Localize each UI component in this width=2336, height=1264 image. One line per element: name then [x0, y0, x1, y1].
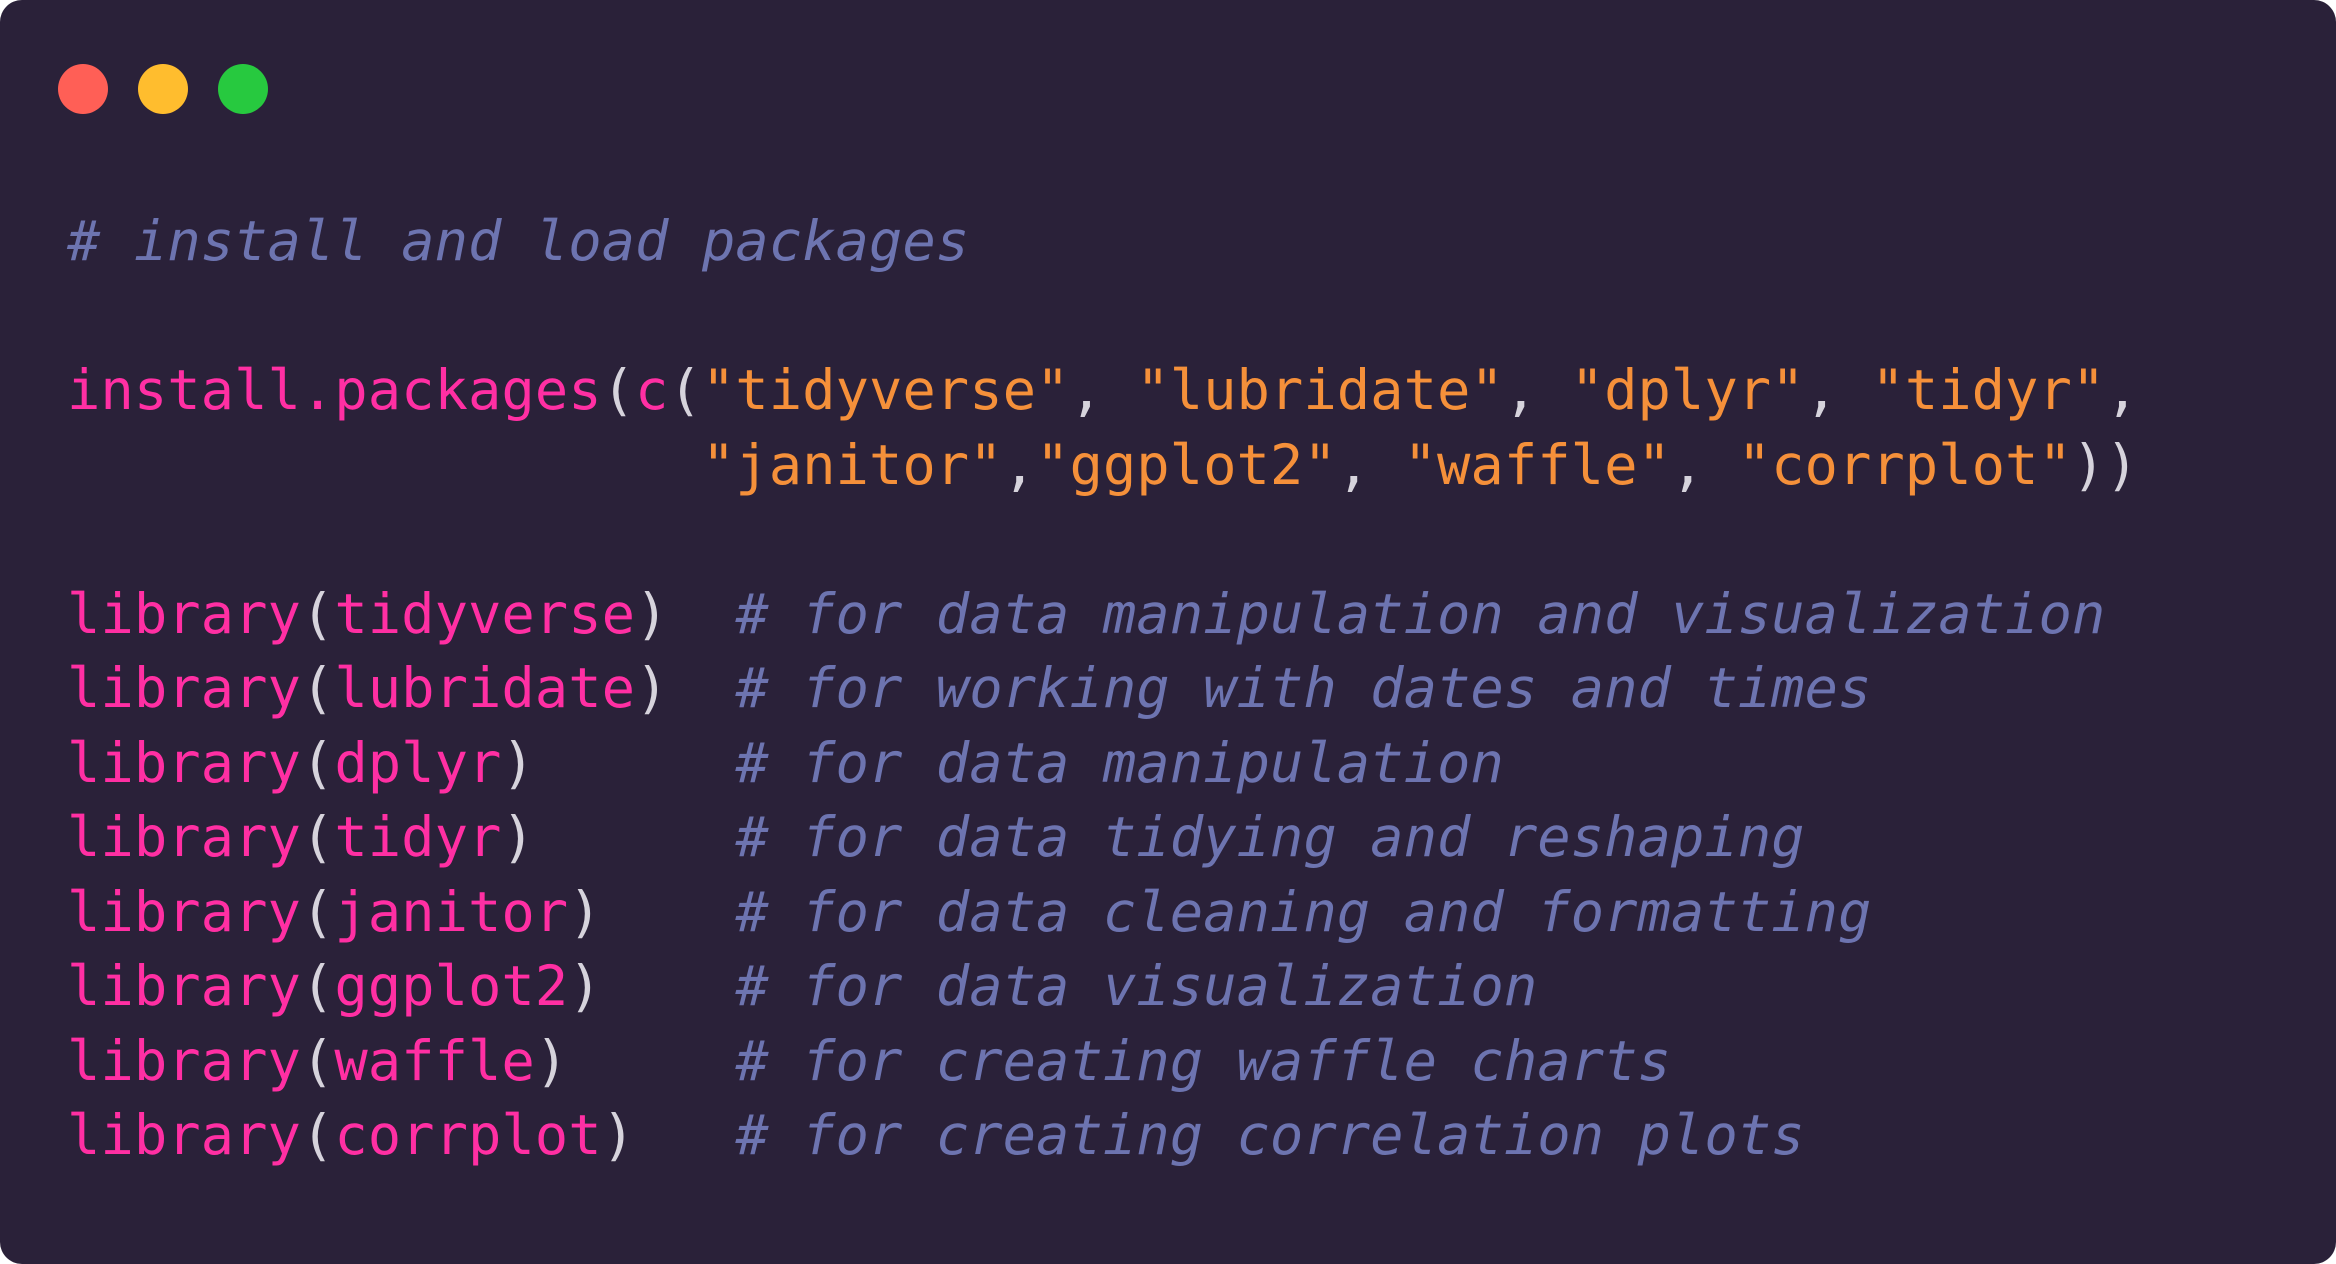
code-line: # install and load packages	[67, 205, 2139, 280]
function-name: library	[67, 805, 301, 870]
separator: ,	[1069, 358, 1137, 423]
function-name: library	[67, 1103, 301, 1168]
paren: ))	[2071, 432, 2139, 498]
code-line: "janitor","ggplot2", "waffle", "corrplot…	[67, 429, 2139, 504]
string-literal: "waffle"	[1403, 432, 1671, 498]
string-literal: "dplyr"	[1570, 358, 1805, 423]
paren: (	[300, 805, 335, 870]
paren: (	[668, 358, 702, 423]
code-comment: # for data visualization	[735, 954, 1538, 1019]
maximize-button[interactable]	[218, 64, 268, 114]
string-literal: "tidyverse"	[701, 358, 1070, 423]
code-comment: # for data manipulation and visualizatio…	[735, 581, 2106, 647]
string-literal: "janitor"	[701, 432, 1003, 498]
package-name: waffle	[334, 1028, 535, 1094]
close-button[interactable]	[58, 64, 108, 114]
library-line: library(ggplot2) # for data visualizatio…	[67, 950, 2139, 1025]
paren: )	[635, 581, 669, 647]
paren: )	[635, 656, 669, 721]
paren: )	[501, 730, 535, 796]
library-line: library(tidyr) # for data tidying and re…	[67, 801, 2139, 876]
code-comment: # for data manipulation	[735, 730, 1504, 796]
package-name: ggplot2	[334, 954, 569, 1019]
library-line: library(lubridate) # for working with da…	[67, 652, 2139, 727]
code-window: # install and load packages install.packa…	[0, 0, 2336, 1264]
package-name: lubridate	[334, 656, 636, 721]
paren: (	[300, 730, 335, 796]
paren: )	[568, 879, 602, 945]
function-name: library	[67, 954, 301, 1019]
code-comment: # for working with dates and times	[735, 656, 1872, 721]
separator: ,	[1336, 432, 1404, 498]
separator: ,	[1002, 432, 1037, 498]
paren: )	[534, 1028, 569, 1094]
library-line: library(dplyr) # for data manipulation	[67, 727, 2139, 802]
paren: (	[300, 1028, 335, 1094]
code-comment: # for data cleaning and formatting	[735, 879, 1872, 945]
function-name: library	[67, 730, 301, 796]
paren: )	[501, 805, 535, 870]
library-line: library(tidyverse) # for data manipulati…	[67, 578, 2139, 653]
function-name: library	[67, 656, 301, 721]
separator: ,	[2105, 358, 2139, 423]
paren: (	[300, 954, 335, 1019]
package-name: tidyr	[334, 805, 502, 870]
window-controls	[58, 64, 268, 114]
function-name: library	[67, 879, 301, 945]
separator: ,	[1670, 432, 1738, 498]
string-literal: "lubridate"	[1136, 358, 1504, 423]
code-comment: # for data tidying and reshaping	[735, 805, 1805, 870]
separator: ,	[1503, 358, 1571, 423]
separator: ,	[1804, 358, 1872, 423]
package-name: janitor	[334, 879, 569, 945]
string-literal: "corrplot"	[1737, 432, 2072, 498]
function-name: c	[635, 358, 669, 423]
paren: (	[300, 879, 335, 945]
library-line: library(janitor) # for data cleaning and…	[67, 876, 2139, 951]
function-name: library	[67, 581, 301, 647]
code-block: # install and load packages install.packa…	[67, 205, 2139, 1174]
paren: (	[300, 581, 335, 647]
code-comment: # install and load packages	[67, 209, 970, 274]
package-name: tidyverse	[334, 581, 636, 647]
package-name: corrplot	[334, 1103, 602, 1168]
function-name: install.packages	[67, 358, 602, 423]
function-name: library	[67, 1028, 301, 1094]
paren: (	[601, 358, 636, 423]
string-literal: "tidyr"	[1871, 358, 2106, 423]
code-comment: # for creating waffle charts	[735, 1028, 1671, 1094]
paren: (	[300, 1103, 335, 1168]
paren: (	[300, 656, 335, 721]
code-comment: # for creating correlation plots	[735, 1103, 1805, 1168]
paren: )	[568, 954, 602, 1019]
paren: )	[601, 1103, 636, 1168]
string-literal: "ggplot2"	[1036, 432, 1337, 498]
minimize-button[interactable]	[138, 64, 188, 114]
package-name: dplyr	[334, 730, 502, 796]
library-line: library(corrplot) # for creating correla…	[67, 1099, 2139, 1174]
code-line: install.packages(c("tidyverse", "lubrida…	[67, 354, 2139, 429]
library-line: library(waffle) # for creating waffle ch…	[67, 1025, 2139, 1100]
